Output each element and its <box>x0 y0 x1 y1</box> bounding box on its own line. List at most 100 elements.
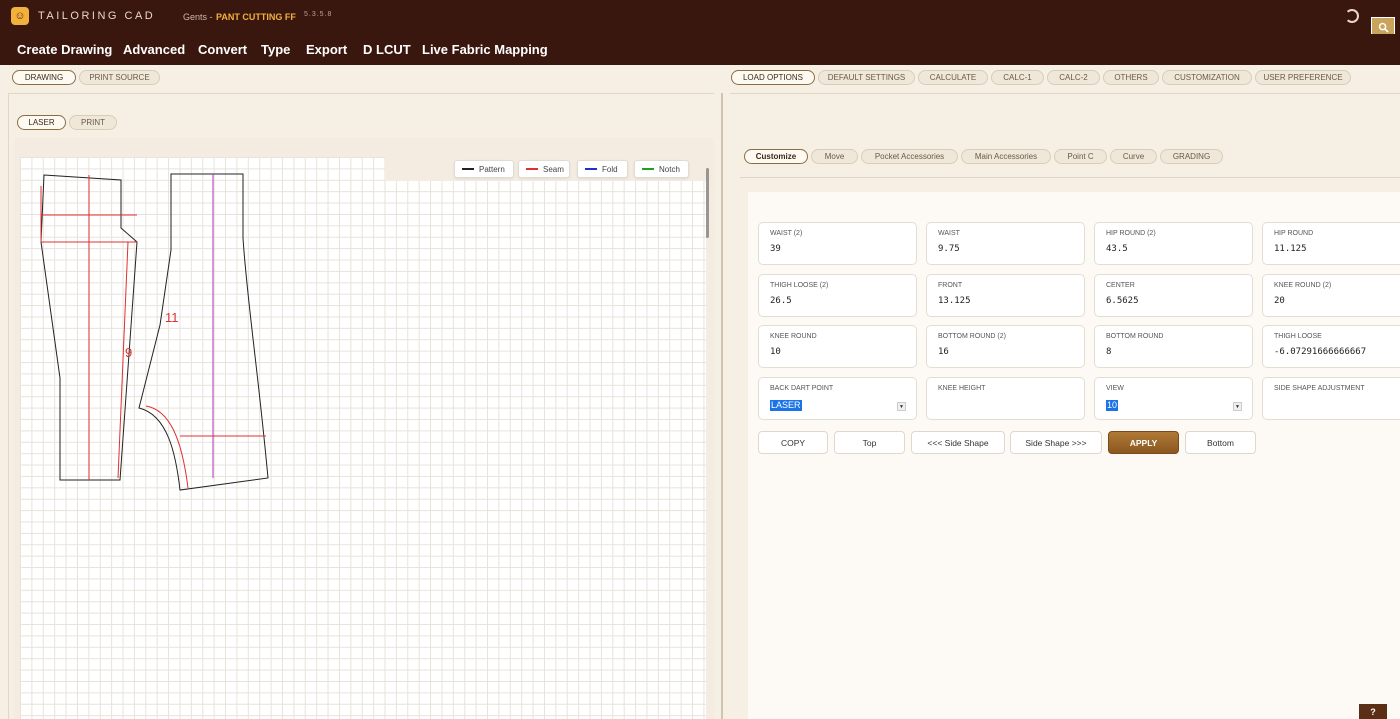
legend-fold-label: Fold <box>602 164 618 174</box>
field-waist-2[interactable]: WAIST (2) 39 <box>758 222 917 265</box>
field-view[interactable]: VIEW 10 ▼ <box>1094 377 1253 420</box>
field-thigh-loose[interactable]: THIGH LOOSE -6.07291666666667 <box>1262 325 1400 368</box>
field-thigh-loose-2[interactable]: THIGH LOOSE (2) 26.5 <box>758 274 917 317</box>
legend-pattern-swatch <box>462 168 474 170</box>
bottom-button[interactable]: Bottom <box>1185 431 1256 454</box>
tab-print-source[interactable]: PRINT SOURCE <box>79 70 160 85</box>
field-label: BOTTOM ROUND (2) <box>938 333 1006 340</box>
field-hip-round-2[interactable]: HIP ROUND (2) 43.5 <box>1094 222 1253 265</box>
legend-fold-swatch <box>585 168 597 170</box>
apply-button[interactable]: APPLY <box>1108 431 1179 454</box>
field-label: BACK DART POINT <box>770 385 834 392</box>
field-value[interactable]: 20 <box>1274 296 1285 306</box>
view-select[interactable]: 10 <box>1106 400 1119 411</box>
chevron-down-icon[interactable]: ▼ <box>1233 402 1242 411</box>
chevron-down-icon[interactable]: ▼ <box>897 402 906 411</box>
menu-advanced[interactable]: Advanced <box>123 42 185 57</box>
field-label: THIGH LOOSE (2) <box>770 282 829 289</box>
field-label: SIDE SHAPE ADJUSTMENT <box>1274 385 1365 392</box>
field-value[interactable]: 26.5 <box>770 296 792 306</box>
breadcrumb-parent[interactable]: Gents - <box>183 12 213 22</box>
tab-others[interactable]: OTHERS <box>1103 70 1159 85</box>
field-label: HIP ROUND (2) <box>1106 230 1156 237</box>
tab-calculate[interactable]: CALCULATE <box>918 70 988 85</box>
loading-spinner-icon <box>1345 9 1359 23</box>
field-front[interactable]: FRONT 13.125 <box>926 274 1085 317</box>
field-label: KNEE ROUND (2) <box>1274 282 1332 289</box>
legend-seam[interactable]: Seam <box>518 160 570 178</box>
subtab-pocket-accessories[interactable]: Pocket Accessories <box>861 149 958 164</box>
legend-seam-swatch <box>526 168 538 170</box>
field-label: HIP ROUND <box>1274 230 1314 237</box>
subtab-curve[interactable]: Curve <box>1110 149 1157 164</box>
legend-pattern-label: Pattern <box>479 164 505 174</box>
field-knee-height[interactable]: KNEE HEIGHT <box>926 377 1085 420</box>
menu-export[interactable]: Export <box>306 42 347 57</box>
field-value[interactable]: 9.75 <box>938 244 960 254</box>
version-label: 5.3.5.8 <box>304 11 333 18</box>
field-waist[interactable]: WAIST 9.75 <box>926 222 1085 265</box>
title-bar: ☺ TAILORING CAD Gents - PANT CUTTING FF … <box>0 0 1400 34</box>
app-logo-icon: ☺ <box>11 7 29 25</box>
canvas-vertical-scrollbar[interactable] <box>706 168 709 238</box>
field-value[interactable]: 13.125 <box>938 296 971 306</box>
tab-laser[interactable]: LASER <box>17 115 66 130</box>
subtab-customize[interactable]: Customize <box>744 149 808 164</box>
subtab-grading[interactable]: GRADING <box>1160 149 1223 164</box>
field-value[interactable]: 16 <box>938 347 949 357</box>
app-name: TAILORING CAD <box>38 10 156 22</box>
panel-splitter[interactable] <box>721 93 723 719</box>
customize-form-panel <box>748 192 1400 719</box>
copy-button[interactable]: COPY <box>758 431 828 454</box>
field-value[interactable]: 39 <box>770 244 781 254</box>
field-value[interactable]: 8 <box>1106 347 1111 357</box>
help-button[interactable]: ? <box>1359 704 1387 719</box>
legend-notch[interactable]: Notch <box>634 160 689 178</box>
menu-create-drawing[interactable]: Create Drawing <box>17 42 112 57</box>
field-side-shape-adjustment[interactable]: SIDE SHAPE ADJUSTMENT <box>1262 377 1400 420</box>
menu-bar: Create Drawing Advanced Convert Type Exp… <box>0 34 1400 65</box>
tab-calc-2[interactable]: CALC-2 <box>1047 70 1100 85</box>
subtab-move[interactable]: Move <box>811 149 858 164</box>
field-value[interactable]: -6.07291666666667 <box>1274 347 1366 357</box>
field-knee-round[interactable]: KNEE ROUND 10 <box>758 325 917 368</box>
legend-pattern[interactable]: Pattern <box>454 160 514 178</box>
subtab-main-accessories[interactable]: Main Accessories <box>961 149 1051 164</box>
menu-convert[interactable]: Convert <box>198 42 247 57</box>
tab-customization[interactable]: CUSTOMIZATION <box>1162 70 1252 85</box>
legend-fold[interactable]: Fold <box>577 160 628 178</box>
field-knee-round-2[interactable]: KNEE ROUND (2) 20 <box>1262 274 1400 317</box>
search-icon <box>1378 22 1389 33</box>
legend-seam-label: Seam <box>543 164 564 174</box>
field-value[interactable]: 43.5 <box>1106 244 1128 254</box>
field-center[interactable]: CENTER 6.5625 <box>1094 274 1253 317</box>
menu-type[interactable]: Type <box>261 42 290 57</box>
tab-calc-1[interactable]: CALC-1 <box>991 70 1044 85</box>
side-shape-prev-button[interactable]: <<< Side Shape <box>911 431 1005 454</box>
field-hip-round[interactable]: HIP ROUND 11.125 <box>1262 222 1400 265</box>
field-label: KNEE ROUND <box>770 333 817 340</box>
breadcrumb-current: PANT CUTTING FF <box>216 12 296 22</box>
field-back-dart-point[interactable]: BACK DART POINT LASER ▼ <box>758 377 917 420</box>
back-dart-point-select[interactable]: LASER <box>770 400 802 411</box>
field-label: CENTER <box>1106 282 1135 289</box>
tab-user-preference[interactable]: USER PREFERENCE <box>1255 70 1351 85</box>
tab-print[interactable]: PRINT <box>69 115 117 130</box>
field-value[interactable]: 6.5625 <box>1106 296 1139 306</box>
field-bottom-round-2[interactable]: BOTTOM ROUND (2) 16 <box>926 325 1085 368</box>
tab-load-options[interactable]: LOAD OPTIONS <box>731 70 815 85</box>
tab-default-settings[interactable]: DEFAULT SETTINGS <box>818 70 915 85</box>
field-value[interactable]: 11.125 <box>1274 244 1307 254</box>
field-bottom-round[interactable]: BOTTOM ROUND 8 <box>1094 325 1253 368</box>
menu-d-lcut[interactable]: D LCUT <box>363 42 411 57</box>
menu-live-fabric-mapping[interactable]: Live Fabric Mapping <box>422 42 548 57</box>
drawing-grid-canvas[interactable] <box>20 157 706 719</box>
field-label: WAIST (2) <box>770 230 803 237</box>
top-button[interactable]: Top <box>834 431 905 454</box>
subtab-point-c[interactable]: Point C <box>1054 149 1107 164</box>
side-shape-next-button[interactable]: Side Shape >>> <box>1010 431 1102 454</box>
field-value[interactable]: 10 <box>770 347 781 357</box>
field-label: WAIST <box>938 230 960 237</box>
tab-drawing[interactable]: DRAWING <box>12 70 76 85</box>
field-label: THIGH LOOSE <box>1274 333 1322 340</box>
